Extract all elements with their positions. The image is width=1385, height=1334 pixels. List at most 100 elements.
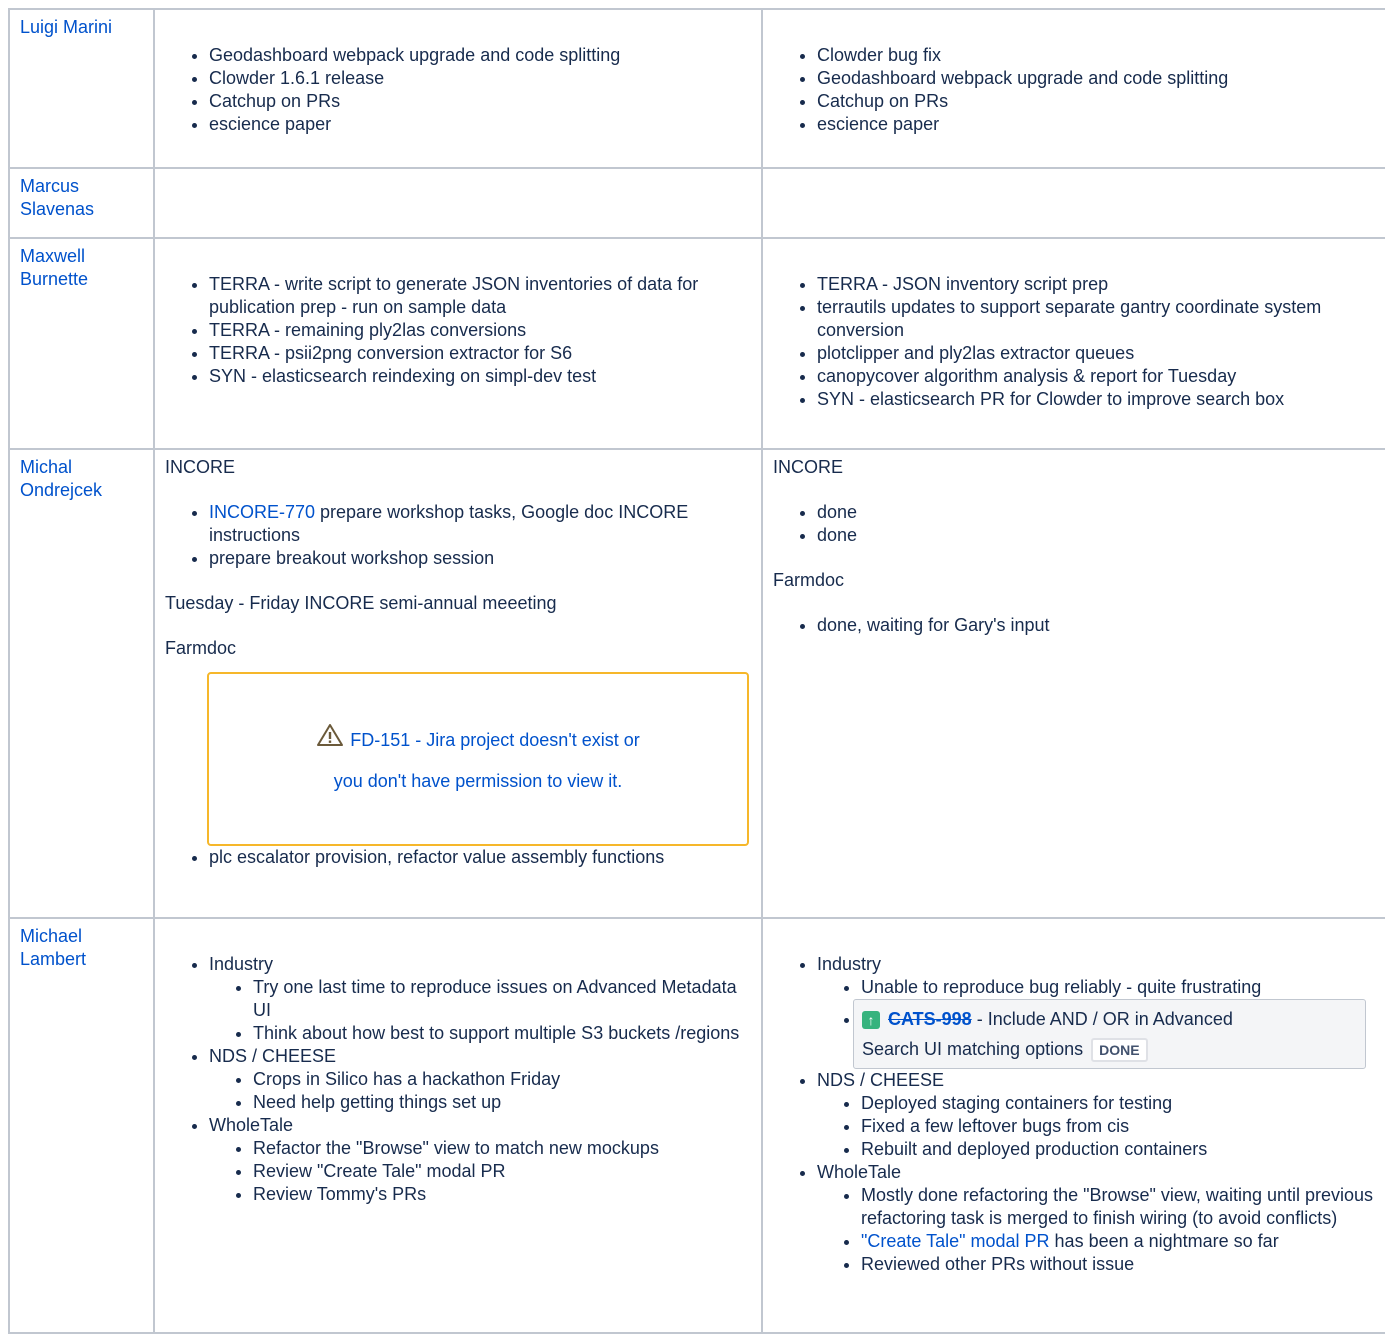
user-link-marcus-slavenas[interactable]: Marcus Slavenas bbox=[10, 169, 130, 221]
this-week-cell: Clowder bug fix Geodashboard webpack upg… bbox=[761, 8, 1385, 169]
list-item: INCORE-770 prepare workshop tasks, Googl… bbox=[209, 501, 751, 547]
name-cell: Marcus Slavenas bbox=[8, 167, 155, 239]
list-item: Need help getting things set up bbox=[253, 1091, 751, 1114]
task-list: Industry Unable to reproduce bug reliabl… bbox=[773, 953, 1375, 1276]
task-list: Industry Try one last time to reproduce … bbox=[165, 953, 751, 1206]
last-week-cell: Industry Try one last time to reproduce … bbox=[153, 917, 763, 1334]
list-item-text: plc escalator provision, refactor value … bbox=[209, 847, 665, 867]
list-item: Reviewed other PRs without issue bbox=[861, 1253, 1375, 1276]
list-item: Try one last time to reproduce issues on… bbox=[253, 976, 751, 1022]
warning-icon bbox=[316, 721, 344, 761]
list-item: Refactor the "Browse" view to match new … bbox=[253, 1137, 751, 1160]
jira-error-macro: FD-151 - Jira project doesn't exist or y… bbox=[207, 672, 749, 846]
list-item: ↑ CATS-998 - Include AND / OR in Advanced… bbox=[853, 999, 1375, 1069]
section-heading: INCORE bbox=[165, 457, 236, 477]
last-week-cell: TERRA - write script to generate JSON in… bbox=[153, 237, 763, 450]
list-item: done bbox=[817, 524, 1375, 547]
list-item: done bbox=[817, 501, 1375, 524]
list-item: Unable to reproduce bug reliably - quite… bbox=[861, 976, 1375, 999]
table-row: Maxwell Burnette TERRA - write script to… bbox=[8, 237, 1385, 450]
list-item-text: WholeTale bbox=[209, 1115, 294, 1135]
section-heading: Farmdoc bbox=[165, 638, 237, 658]
jira-issue-summary: Search UI matching options bbox=[862, 1039, 1084, 1059]
sub-task-list: Deployed staging containers for testing … bbox=[817, 1092, 1375, 1161]
list-item: Crops in Silico has a hackathon Friday bbox=[253, 1068, 751, 1091]
name-cell: Michal Ondrejcek bbox=[8, 448, 155, 919]
list-item: TERRA - psii2png conversion extractor fo… bbox=[209, 342, 751, 365]
list-item: NDS / CHEESE Deployed staging containers… bbox=[817, 1069, 1375, 1161]
user-link-maxwell-burnette[interactable]: Maxwell Burnette bbox=[10, 239, 130, 291]
list-item: Geodashboard webpack upgrade and code sp… bbox=[817, 67, 1375, 90]
list-item-text: WholeTale bbox=[817, 1162, 902, 1182]
task-list: done done bbox=[773, 501, 1375, 547]
list-item: Geodashboard webpack upgrade and code sp… bbox=[209, 44, 751, 67]
section-heading: Farmdoc bbox=[773, 570, 845, 590]
list-item: TERRA - remaining ply2las conversions bbox=[209, 319, 751, 342]
list-item: "Create Tale" modal PR has been a nightm… bbox=[861, 1230, 1375, 1253]
list-item: Review "Create Tale" modal PR bbox=[253, 1160, 751, 1183]
this-week-cell: INCORE done done Farmdoc done, waiting f… bbox=[761, 448, 1385, 919]
section-heading: INCORE bbox=[773, 457, 844, 477]
list-item: escience paper bbox=[817, 113, 1375, 136]
task-list: TERRA - write script to generate JSON in… bbox=[165, 273, 751, 388]
jira-error-message: you don't have permission to view it. bbox=[333, 771, 623, 792]
list-item: Clowder 1.6.1 release bbox=[209, 67, 751, 90]
list-item-text: NDS / CHEESE bbox=[209, 1046, 337, 1066]
task-list: INCORE-770 prepare workshop tasks, Googl… bbox=[165, 501, 751, 570]
jira-issue-card: ↑ CATS-998 - Include AND / OR in Advanced… bbox=[853, 999, 1366, 1069]
list-item: escience paper bbox=[209, 113, 751, 136]
last-week-cell: INCORE INCORE-770 prepare workshop tasks… bbox=[153, 448, 763, 919]
sub-task-list: Refactor the "Browse" view to match new … bbox=[209, 1137, 751, 1206]
task-list: Geodashboard webpack upgrade and code sp… bbox=[165, 44, 751, 136]
list-item: TERRA - write script to generate JSON in… bbox=[209, 273, 751, 319]
jira-issue-link[interactable]: FD-151 bbox=[350, 730, 410, 750]
jira-issue-summary: - Include AND / OR in Advanced bbox=[971, 1009, 1233, 1029]
pull-request-link[interactable]: "Create Tale" modal PR bbox=[861, 1231, 1050, 1251]
last-week-cell: Geodashboard webpack upgrade and code sp… bbox=[153, 8, 763, 169]
status-table: Luigi Marini Geodashboard webpack upgrad… bbox=[8, 8, 1385, 1334]
last-week-cell bbox=[153, 167, 763, 239]
list-item-text: has been a nightmare so far bbox=[1049, 1231, 1279, 1251]
table-row: Michael Lambert Industry Try one last ti… bbox=[8, 917, 1385, 1334]
table-row: Michal Ondrejcek INCORE INCORE-770 prepa… bbox=[8, 448, 1385, 919]
list-item: canopycover algorithm analysis & report … bbox=[817, 365, 1375, 388]
name-cell: Michael Lambert bbox=[8, 917, 155, 1334]
list-item: SYN - elasticsearch PR for Clowder to im… bbox=[817, 388, 1375, 411]
user-link-luigi-marini[interactable]: Luigi Marini bbox=[10, 10, 130, 39]
sub-task-list: Mostly done refactoring the "Browse" vie… bbox=[817, 1184, 1375, 1276]
list-item: Think about how best to support multiple… bbox=[253, 1022, 751, 1045]
this-week-cell bbox=[761, 167, 1385, 239]
table-row: Luigi Marini Geodashboard webpack upgrad… bbox=[8, 8, 1385, 169]
list-item: NDS / CHEESE Crops in Silico has a hacka… bbox=[209, 1045, 751, 1114]
this-week-cell: TERRA - JSON inventory script prep terra… bbox=[761, 237, 1385, 450]
jira-error-message: - Jira project doesn't exist or bbox=[410, 730, 640, 750]
name-cell: Maxwell Burnette bbox=[8, 237, 155, 450]
list-item: WholeTale Mostly done refactoring the "B… bbox=[817, 1161, 1375, 1276]
list-item: Deployed staging containers for testing bbox=[861, 1092, 1375, 1115]
user-link-michael-lambert[interactable]: Michael Lambert bbox=[10, 919, 130, 971]
user-link-michal-ondrejcek[interactable]: Michal Ondrejcek bbox=[10, 450, 130, 502]
sub-task-list: Crops in Silico has a hackathon Friday N… bbox=[209, 1068, 751, 1114]
list-item: Catchup on PRs bbox=[817, 90, 1375, 113]
this-week-cell: Industry Unable to reproduce bug reliabl… bbox=[761, 917, 1385, 1334]
list-item: terrautils updates to support separate g… bbox=[817, 296, 1375, 342]
task-list: FD-151 - Jira project doesn't exist or y… bbox=[165, 672, 751, 869]
task-list: done, waiting for Gary's input bbox=[773, 614, 1375, 637]
list-item-text: Industry bbox=[209, 954, 274, 974]
table-row: Marcus Slavenas bbox=[8, 167, 1385, 239]
list-item: Fixed a few leftover bugs from cis bbox=[861, 1115, 1375, 1138]
list-item: SYN - elasticsearch reindexing on simpl-… bbox=[209, 365, 751, 388]
list-item: Industry Try one last time to reproduce … bbox=[209, 953, 751, 1045]
name-cell: Luigi Marini bbox=[8, 8, 155, 169]
list-item: Catchup on PRs bbox=[209, 90, 751, 113]
meeting-note: Tuesday - Friday INCORE semi-annual meee… bbox=[165, 593, 557, 613]
jira-issue-link[interactable]: INCORE-770 bbox=[209, 502, 315, 522]
list-item: Clowder bug fix bbox=[817, 44, 1375, 67]
list-item: plotclipper and ply2las extractor queues bbox=[817, 342, 1375, 365]
sub-task-list: Unable to reproduce bug reliably - quite… bbox=[817, 976, 1375, 1069]
list-item: Mostly done refactoring the "Browse" vie… bbox=[861, 1184, 1375, 1230]
list-item: done, waiting for Gary's input bbox=[817, 614, 1375, 637]
priority-arrow-up-icon: ↑ bbox=[862, 1011, 880, 1030]
jira-issue-link[interactable]: CATS-998 bbox=[888, 1009, 972, 1029]
list-item: FD-151 - Jira project doesn't exist or y… bbox=[207, 672, 751, 869]
